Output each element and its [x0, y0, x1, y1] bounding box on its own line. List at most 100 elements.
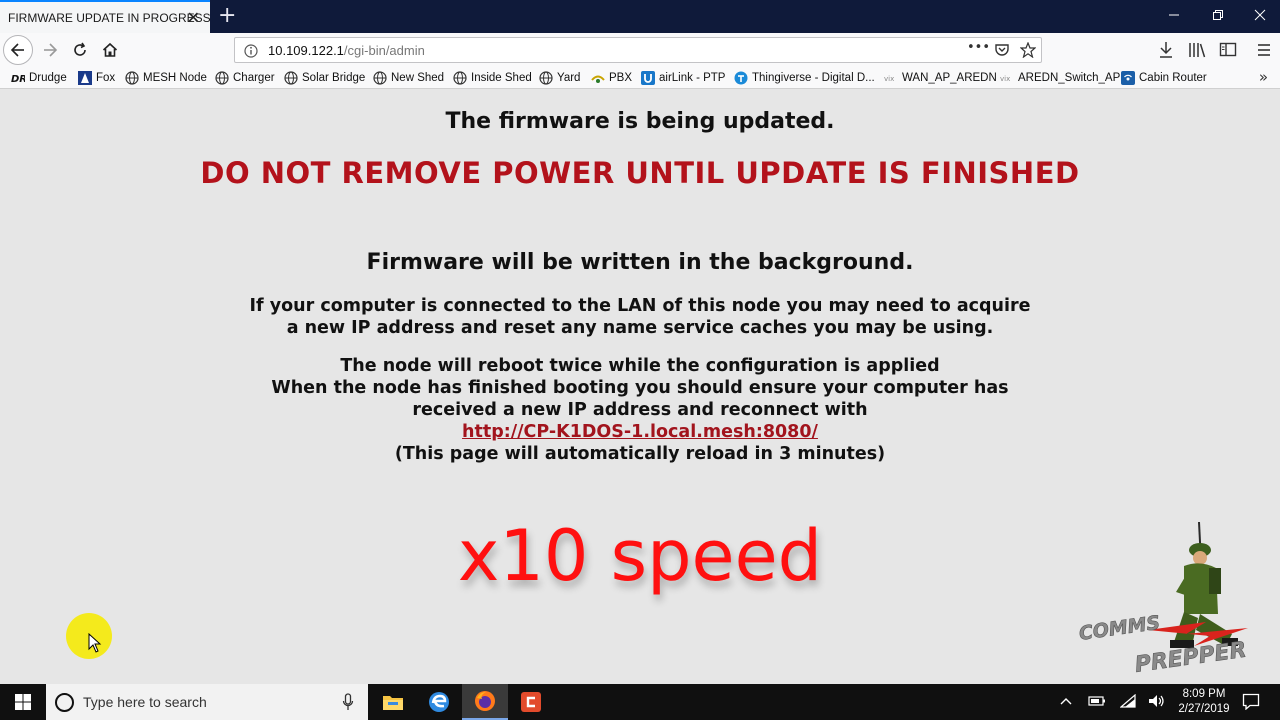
bookmarks-overflow-icon[interactable]: » — [1259, 68, 1268, 86]
vix-icon: vix — [1000, 71, 1014, 85]
sidebar-icon[interactable] — [1219, 41, 1237, 63]
restore-button[interactable] — [1196, 0, 1240, 30]
show-hidden-icons-icon[interactable] — [1059, 694, 1073, 708]
forward-button[interactable] — [38, 38, 62, 62]
bookmark-new-shed[interactable]: New Shed — [373, 71, 444, 85]
bookmarks-toolbar: DR Drudge Fox MESH Node Charger Solar Br… — [0, 67, 1280, 89]
volume-icon[interactable] — [1148, 694, 1166, 708]
bookmark-airlink-ptp[interactable]: airLink - PTP — [641, 71, 725, 85]
logo-text-top: COMMS — [1078, 612, 1162, 645]
close-window-button[interactable] — [1238, 0, 1280, 30]
menu-icon[interactable] — [1256, 41, 1272, 63]
new-tab-button[interactable]: + — [218, 3, 236, 28]
restore-icon — [1213, 10, 1223, 20]
bookmark-charger[interactable]: Charger — [215, 71, 275, 85]
library-icon[interactable] — [1188, 41, 1206, 63]
home-button[interactable] — [98, 38, 122, 62]
bookmark-star-icon[interactable] — [1019, 41, 1037, 62]
globe-icon — [453, 71, 467, 85]
cortana-icon — [55, 693, 74, 712]
file-explorer-icon — [383, 696, 403, 710]
url-path: /cgi-bin/admin — [343, 43, 425, 58]
system-clock[interactable]: 8:09 PM 2/27/2019 — [1168, 687, 1240, 717]
reboot-instructions-line-2: When the node has finished booting you s… — [271, 378, 1009, 398]
comms-prepper-logo: COMMS PREPPER — [1077, 522, 1248, 677]
edge-icon — [429, 692, 449, 712]
svg-text:DR: DR — [11, 74, 25, 84]
camtasia-button[interactable] — [508, 684, 554, 720]
address-bar[interactable]: 10.109.122.1/cgi-bin/admin ••• — [234, 37, 1042, 63]
globe-icon — [539, 71, 553, 85]
url-text[interactable]: 10.109.122.1/cgi-bin/admin — [268, 43, 425, 58]
fox-icon — [78, 71, 92, 85]
bookmark-label: Drudge — [29, 72, 67, 84]
windows-logo-icon — [15, 694, 31, 710]
bookmark-label: Inside Shed — [471, 72, 532, 84]
lan-instructions-line-1: If your computer is connected to the LAN… — [249, 296, 1031, 316]
taskbar-search-box[interactable]: Type here to search — [46, 684, 368, 720]
pbx-icon — [591, 71, 605, 85]
reboot-instructions-line-1: The node will reboot twice while the con… — [340, 356, 940, 376]
file-explorer-button[interactable] — [370, 684, 416, 720]
router-icon — [1121, 71, 1135, 85]
bookmark-label: Fox — [96, 72, 116, 84]
lan-instructions-line-2: a new IP address and reset any name serv… — [286, 318, 994, 338]
start-button[interactable] — [0, 684, 46, 720]
site-info-icon[interactable] — [244, 43, 258, 62]
bookmark-pbx[interactable]: PBX — [591, 71, 632, 85]
bookmark-thingiverse[interactable]: Thingiverse - Digital D... — [734, 71, 875, 85]
bookmark-label: AREDN_Switch_AP — [1018, 72, 1121, 84]
search-placeholder: Type here to search — [83, 694, 207, 710]
bookmark-aredn-switch-ap[interactable]: vix AREDN_Switch_AP — [1000, 71, 1120, 85]
bookmark-label: MESH Node — [143, 72, 207, 84]
firefox-button[interactable] — [462, 684, 508, 720]
windows-taskbar: Type here to search 8:09 PM 2/27/2019 — [0, 684, 1280, 720]
node-reconnect-link[interactable]: http://CP-K1DOS-1.local.mesh:8080/ — [0, 421, 1280, 443]
bookmark-label: Yard — [557, 72, 581, 84]
bookmark-drudge[interactable]: DR Drudge — [11, 71, 67, 85]
globe-icon — [215, 71, 229, 85]
active-tab[interactable]: FIRMWARE UPDATE IN PROGRESS ✕ — [0, 0, 211, 33]
wifi-icon[interactable] — [1120, 694, 1136, 708]
bookmark-label: Cabin Router — [1139, 72, 1207, 84]
camtasia-icon — [521, 692, 541, 712]
bookmark-mesh-node[interactable]: MESH Node — [125, 71, 207, 85]
clock-date: 2/27/2019 — [1178, 703, 1230, 715]
tab-close-icon[interactable]: ✕ — [187, 8, 200, 27]
minimize-button[interactable] — [1152, 0, 1196, 30]
background-notice: Firmware will be written in the backgrou… — [366, 250, 914, 275]
power-warning: DO NOT REMOVE POWER UNTIL UPDATE IS FINI… — [200, 156, 1080, 190]
reload-notice: (This page will automatically reload in … — [394, 444, 886, 464]
bookmark-label: New Shed — [391, 72, 445, 84]
close-icon — [1254, 9, 1266, 21]
thingiverse-icon — [734, 71, 748, 85]
page-heading: The firmware is being updated. — [445, 109, 835, 134]
bookmark-label: Thingiverse - Digital D... — [752, 72, 875, 84]
notifications-icon[interactable] — [1242, 693, 1260, 710]
url-host: 10.109.122.1 — [268, 43, 344, 58]
microphone-icon[interactable] — [342, 693, 354, 711]
pocket-icon[interactable] — [994, 42, 1010, 62]
edge-button[interactable] — [416, 684, 462, 720]
back-arrow-icon — [10, 43, 24, 57]
bookmark-wan-ap-aredn[interactable]: vix WAN_AP_AREDN — [884, 71, 997, 85]
back-button[interactable] — [3, 35, 33, 65]
bookmark-fox[interactable]: Fox — [78, 71, 115, 85]
bookmark-cabin-router[interactable]: Cabin Router — [1121, 71, 1207, 85]
mouse-cursor-icon — [88, 633, 102, 653]
page-actions-icon[interactable]: ••• — [967, 40, 990, 55]
bookmark-inside-shed[interactable]: Inside Shed — [453, 71, 532, 85]
bookmark-yard[interactable]: Yard — [539, 71, 580, 85]
bookmark-label: Solar Bridge — [302, 72, 366, 84]
svg-text:vix: vix — [1000, 75, 1010, 83]
downloads-icon[interactable] — [1158, 41, 1174, 63]
reboot-instructions-line-3: received a new IP address and reconnect … — [412, 400, 868, 420]
bookmark-solar-bridge[interactable]: Solar Bridge — [284, 71, 365, 85]
forward-arrow-icon — [44, 43, 58, 57]
drudge-icon: DR — [11, 71, 25, 85]
reload-button[interactable] — [68, 38, 92, 62]
home-icon — [102, 42, 118, 57]
globe-icon — [125, 71, 139, 85]
tab-title: FIRMWARE UPDATE IN PROGRESS — [8, 10, 211, 25]
battery-icon[interactable] — [1088, 694, 1106, 708]
